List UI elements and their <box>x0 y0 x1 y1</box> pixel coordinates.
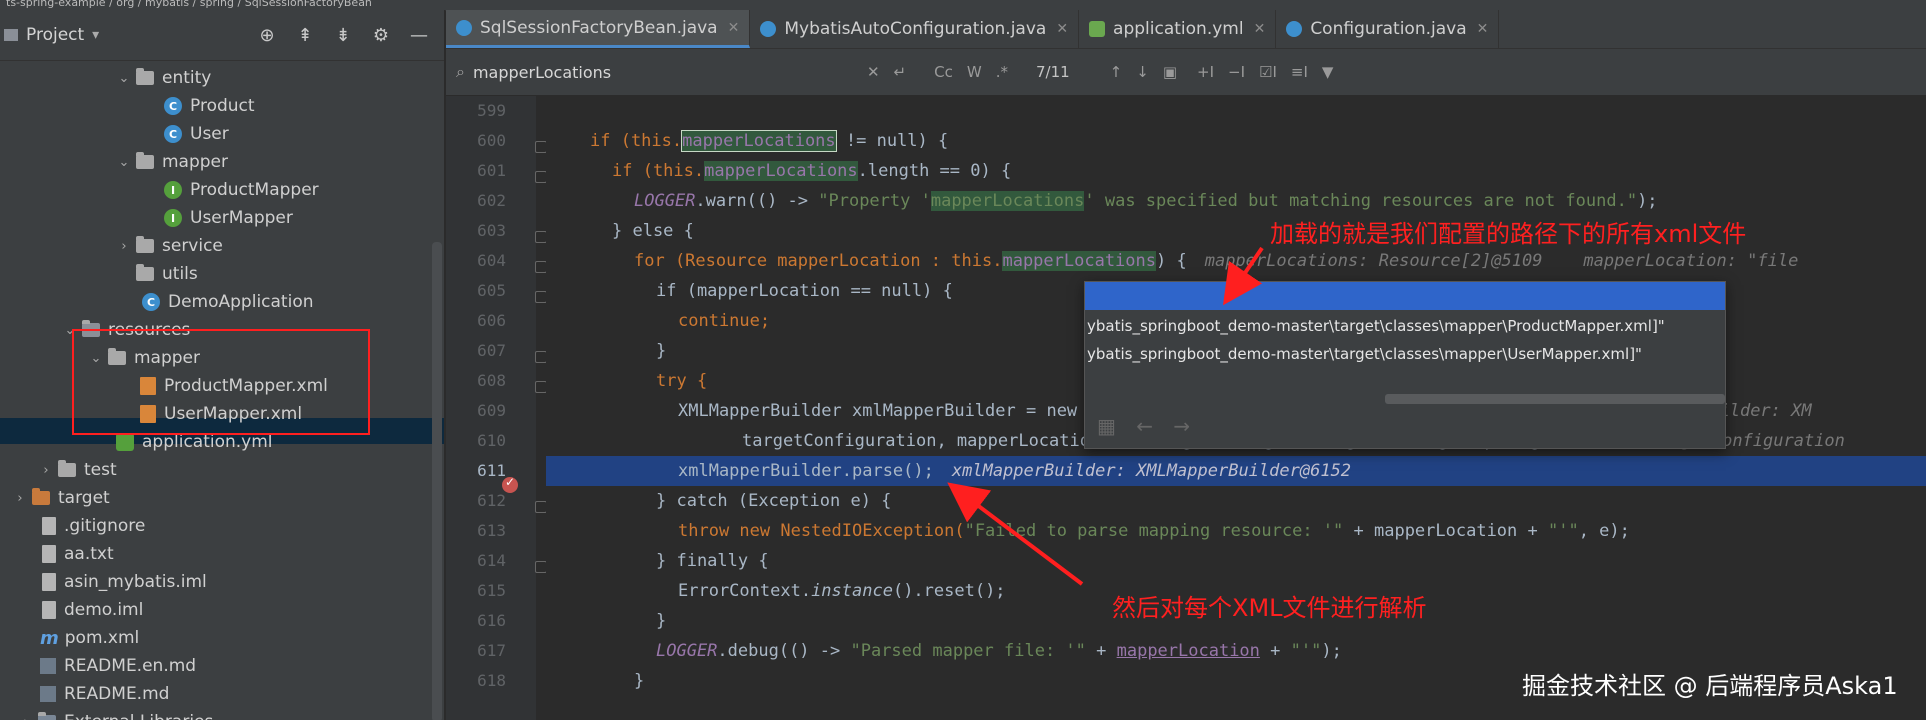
ide-window: ts-spring-example / org / mybatis / spri… <box>0 0 1926 720</box>
annotation-bottom: 然后对每个XML文件进行解析 <box>1112 594 1427 622</box>
annotation-arrows <box>947 246 1264 586</box>
annotation-arrow-bottom <box>947 482 1084 586</box>
annotation-arrow-top <box>1222 246 1264 306</box>
watermark: 掘金技术社区 @ 后端程序员Aska1 <box>1522 672 1898 700</box>
annotation-top: 加载的就是我们配置的路径下的所有xml文件 <box>1270 220 1747 248</box>
